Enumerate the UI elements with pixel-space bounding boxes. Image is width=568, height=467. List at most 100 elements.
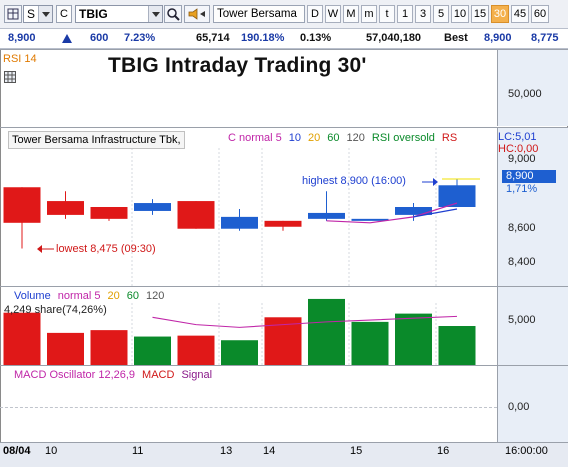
code-type-value: S xyxy=(27,7,36,21)
macd-tick: 0,00 xyxy=(508,401,530,413)
period-button-t[interactable]: t xyxy=(379,5,395,23)
date-label: 08/04 xyxy=(3,445,31,457)
candle-body xyxy=(47,201,84,215)
price-legend-item: 60 xyxy=(327,132,340,144)
period-button-45[interactable]: 45 xyxy=(511,5,529,23)
rsi-label: RSI 14 xyxy=(3,53,37,65)
time-label: 16:00:00 xyxy=(505,445,548,457)
volume-bar xyxy=(47,332,84,365)
price-plot[interactable]: Tower Bersama Infrastructure Tbk, C norm… xyxy=(0,128,498,286)
price-legend-item: 20 xyxy=(308,132,321,144)
macd-plot[interactable]: MACD Oscillator 12,26,9 MACD Signal xyxy=(0,366,498,443)
period-button-60[interactable]: 60 xyxy=(531,5,549,23)
volume-bar xyxy=(395,313,432,365)
lc-label: LC:5,01 xyxy=(498,131,537,143)
price-legend: C normal 5 10 20 60 120 RSI oversold RS xyxy=(228,132,464,144)
date-tick: 16 xyxy=(437,445,450,457)
grid-menu-icon[interactable] xyxy=(4,5,22,23)
vol-legend-item: 20 xyxy=(107,290,120,302)
best-ask: 8,775 xyxy=(531,32,559,44)
candlestick-chart[interactable] xyxy=(0,128,497,286)
volume-plot[interactable]: Volume normal 5 20 60 120 4,249 share(74,26%… xyxy=(0,287,498,365)
period-button-3[interactable]: 3 xyxy=(415,5,431,23)
date-tick: 11 xyxy=(132,445,144,457)
volume-tick: 5,000 xyxy=(508,314,536,326)
last-change-pct: 1,71% xyxy=(506,183,538,195)
vol-legend-item: 120 xyxy=(146,290,165,302)
macd-pane[interactable]: MACD Oscillator 12,26,9 MACD Signal 0,00 xyxy=(0,365,568,443)
date-tick: 13 xyxy=(220,445,233,457)
chevron-down-icon[interactable] xyxy=(38,6,52,22)
price-legend-item: 10 xyxy=(288,132,302,144)
period-button-5[interactable]: 5 xyxy=(433,5,449,23)
candle-body xyxy=(90,207,128,219)
candle-body xyxy=(3,187,41,223)
quote-bar: 8,900 600 7.23% 65,714 190.18% 0.13% 57,… xyxy=(0,29,568,49)
code-type-select[interactable]: S xyxy=(23,5,53,23)
volume-bar xyxy=(90,330,128,365)
volume-scale: 5,000 xyxy=(498,287,568,365)
lowest-annotation: lowest 8,475 (09:30) xyxy=(56,243,156,255)
period-button-W[interactable]: W xyxy=(325,5,341,23)
volume-bar xyxy=(3,312,41,365)
price-legend-item: RSI oversold xyxy=(371,132,435,144)
volume-legend: Volume normal 5 20 60 120 xyxy=(14,290,171,302)
price-scale: LC:5,01 HC:0,00 9,000 8,900 1,71% 8,600 … xyxy=(498,128,568,286)
best-label: Best xyxy=(444,32,468,44)
date-tick: 14 xyxy=(263,445,276,457)
price-legend-item: 120 xyxy=(346,132,365,144)
lowest-arrow-head xyxy=(37,245,42,253)
macd-legend-item: Signal xyxy=(181,369,213,381)
date-tick: 10 xyxy=(45,445,58,457)
search-icon[interactable] xyxy=(164,5,182,23)
speaker-icon[interactable] xyxy=(184,5,210,23)
price-change: 600 xyxy=(90,32,109,44)
code-type2-button[interactable]: C xyxy=(56,5,72,23)
macd-legend-item: MACD Oscillator 12,26,9 xyxy=(14,369,136,381)
volume-bar xyxy=(351,321,389,365)
price-tick: 9,000 xyxy=(508,153,536,165)
price-pane[interactable]: Tower Bersama Infrastructure Tbk, C norm… xyxy=(0,127,568,286)
period-button-D[interactable]: D xyxy=(307,5,323,23)
candle-body xyxy=(308,212,345,219)
volume-bar xyxy=(438,326,476,365)
volume-pane[interactable]: Volume normal 5 20 60 120 4,249 share(74,26%… xyxy=(0,286,568,365)
volume-ratio: 190.18% xyxy=(241,32,285,44)
period-button-m[interactable]: m xyxy=(361,5,377,23)
company-name-field: Tower Bersama xyxy=(213,5,305,23)
volume-bar xyxy=(177,335,215,365)
last-price: 8,900 xyxy=(8,32,36,44)
vol-legend-item: normal 5 xyxy=(57,290,101,302)
price-change-pct: 7.23% xyxy=(124,32,156,44)
trade-value: 57,040,180 xyxy=(366,32,422,44)
macd-legend-item: MACD xyxy=(142,369,175,381)
price-tick: 8,400 xyxy=(508,256,536,268)
toolbar: S C TBIG Tower Bersama D W Mm t 1 3 5 10 15 30 45 6… xyxy=(0,0,568,29)
period-button-15[interactable]: 15 xyxy=(471,5,489,23)
volume-bar xyxy=(221,340,258,365)
symbol-select[interactable]: TBIG xyxy=(75,5,163,23)
period-button-M[interactable]: M xyxy=(343,5,359,23)
highest-annotation: highest 8,900 (16:00) xyxy=(302,175,406,187)
macd-scale: 0,00 xyxy=(498,366,568,443)
best-bid: 8,900 xyxy=(484,32,512,44)
period-button-30[interactable]: 30 xyxy=(491,5,509,23)
candle-body xyxy=(177,201,215,229)
date-tick: 15 xyxy=(350,445,363,457)
vol-legend-item: Volume xyxy=(14,290,51,302)
rsi-scale: 50,000 xyxy=(498,50,568,126)
period-button-1[interactable]: 1 xyxy=(397,5,413,23)
triangle-up-icon xyxy=(62,34,72,46)
macd-zero-line xyxy=(0,407,497,408)
chevron-down-icon[interactable] xyxy=(148,6,162,22)
candle-body xyxy=(134,203,171,211)
price-legend-item: RS xyxy=(441,132,458,144)
period-button-10[interactable]: 10 xyxy=(451,5,469,23)
calculator-icon[interactable] xyxy=(4,71,16,86)
date-axis: 08/04 10 11 13 14 15 16 16:00:00 xyxy=(0,442,568,467)
legend-company-name: Tower Bersama Infrastructure Tbk, xyxy=(12,134,181,146)
volume-bar xyxy=(134,336,171,365)
volume-bar xyxy=(308,298,345,365)
macd-legend: MACD Oscillator 12,26,9 MACD Signal xyxy=(14,369,219,381)
candle-body xyxy=(221,216,258,229)
